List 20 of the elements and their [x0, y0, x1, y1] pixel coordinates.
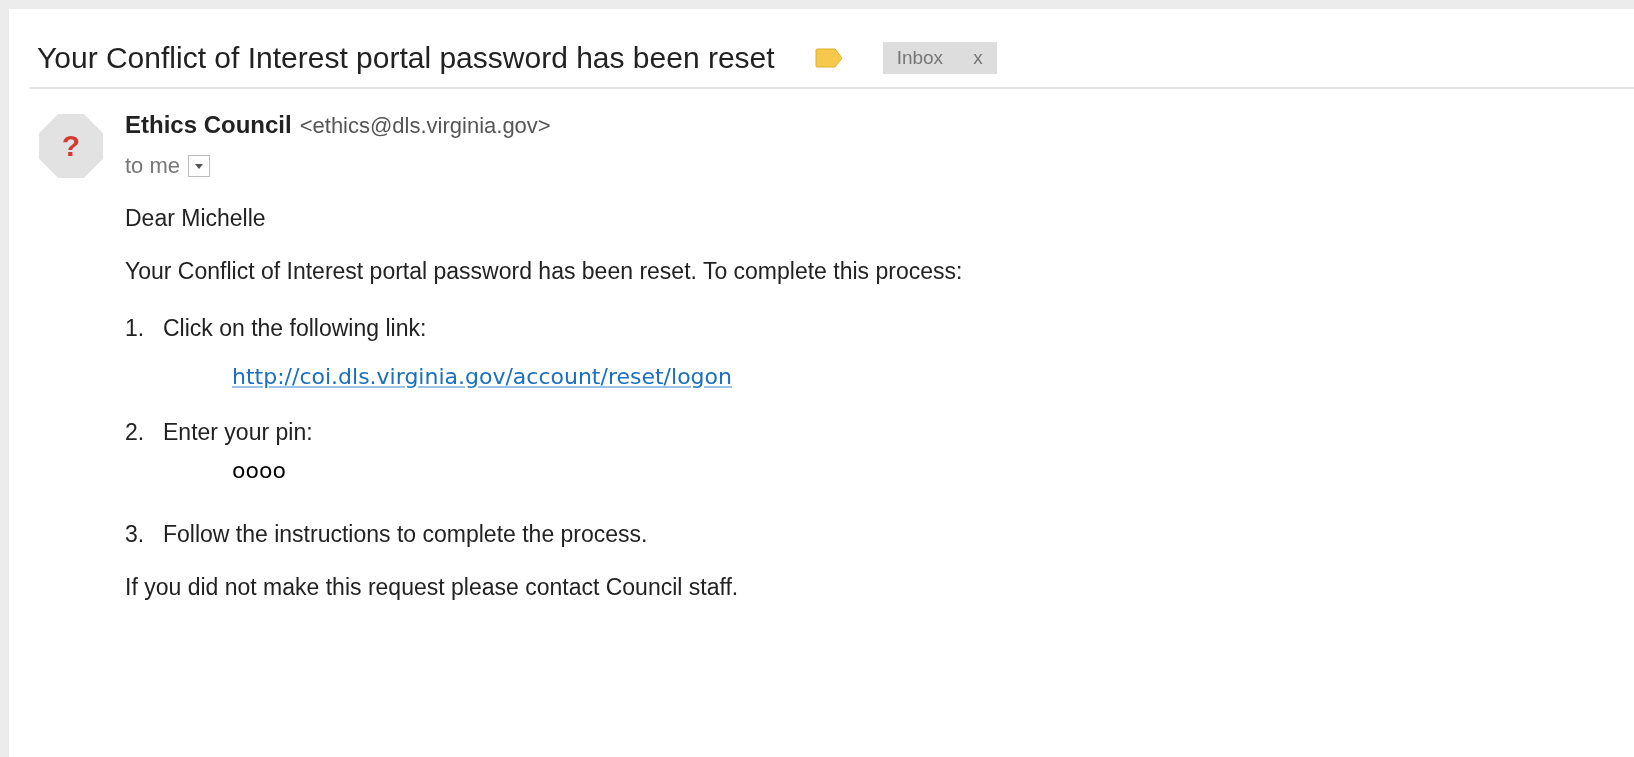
- body-paragraph: Your Conflict of Interest portal password has been reset. To complete this process:: [125, 258, 963, 285]
- label-text: Inbox: [896, 47, 944, 69]
- reset-link[interactable]: http://coi.dls.virginia.gov/account/reset/logon: [232, 364, 732, 389]
- pin-text: oooo: [232, 458, 286, 483]
- step-number: 3.: [125, 521, 146, 548]
- step-number: 2.: [125, 419, 146, 446]
- closing-text: If you did not make this request please contact Council staff.: [125, 574, 740, 601]
- step-text: Enter your pin:: [163, 419, 313, 446]
- email-subject: Your Conflict of Interest portal password has been reset: [37, 41, 775, 75]
- step-text: Follow the instructions to complete the process.: [163, 521, 648, 548]
- recipient-text: to me: [125, 153, 181, 179]
- step-text: Click on the following link:: [163, 315, 427, 342]
- sender-avatar: ?: [39, 114, 103, 178]
- sender-name: Ethics Council: [125, 111, 292, 139]
- greeting-text: Dear Michelle: [125, 205, 267, 232]
- sender-email: <ethics@dls.virginia.gov>: [299, 113, 551, 139]
- remove-label-button[interactable]: x: [973, 47, 983, 69]
- details-dropdown-button[interactable]: [188, 155, 211, 177]
- caret-icon: [195, 163, 204, 169]
- step-number: 1.: [125, 315, 146, 342]
